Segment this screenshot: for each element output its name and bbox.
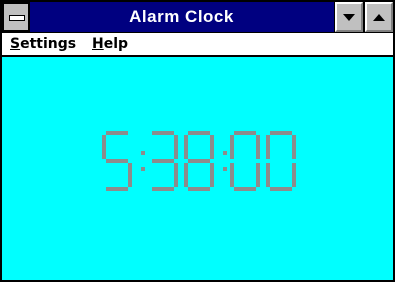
digit-segment-e (184, 163, 188, 187)
digit-segment-b (256, 135, 260, 159)
clock-digit (102, 131, 132, 191)
digit-segment-d (270, 187, 292, 191)
digit-segment-g (188, 159, 210, 163)
digit-segment-f (102, 135, 106, 159)
digit-segment-d (188, 187, 210, 191)
clock-time-display: 5:38:00 (100, 131, 310, 193)
digit-segment-a (188, 131, 210, 135)
clock-display-area: 5:38:00 (2, 57, 393, 280)
maximize-triangle-icon (373, 14, 385, 21)
digit-segment-b (210, 135, 214, 159)
digit-segment-d (152, 187, 174, 191)
menu-settings-mnemonic: S (10, 36, 21, 52)
digit-segment-c (292, 163, 296, 187)
colon-dot (223, 167, 227, 171)
digit-segment-c (256, 163, 260, 187)
digit-segment-g (152, 159, 174, 163)
digit-segment-d (106, 187, 128, 191)
digit-segment-c (210, 163, 214, 187)
digit-segment-f (266, 135, 270, 159)
menu-bar: Settings Help (2, 33, 393, 57)
digit-segment-a (270, 131, 292, 135)
clock-digit (266, 131, 296, 191)
digit-segment-b (174, 135, 178, 159)
digit-segment-f (230, 135, 234, 159)
minimize-button[interactable] (334, 1, 364, 33)
menu-help-mnemonic: H (92, 36, 104, 52)
maximize-button[interactable] (364, 1, 394, 33)
clock-colon (141, 151, 145, 171)
window-title: Alarm Clock (129, 7, 234, 26)
screen-background-right (395, 0, 399, 284)
digit-segment-e (266, 163, 270, 187)
menu-help-label: elp (103, 36, 129, 52)
clock-digit (152, 131, 178, 191)
system-menu-icon (9, 15, 25, 21)
digit-segment-e (230, 163, 234, 187)
digit-segment-b (292, 135, 296, 159)
digit-segment-c (174, 163, 178, 187)
digit-segment-a (234, 131, 256, 135)
clock-digit (184, 131, 214, 191)
menu-help[interactable]: Help (92, 34, 128, 54)
title-bar[interactable]: Alarm Clock (2, 1, 394, 33)
digit-segment-d (234, 187, 256, 191)
clock-colon (223, 151, 227, 171)
clock-digit (230, 131, 260, 191)
alarm-clock-window: Alarm Clock Settings Help 5:38:00 (0, 0, 395, 282)
menu-settings[interactable]: Settings (10, 34, 76, 54)
seven-segment-time: 5:38:00 (102, 131, 296, 191)
system-menu-button[interactable] (2, 2, 30, 32)
minimize-triangle-icon (343, 14, 355, 21)
digit-segment-g (106, 159, 128, 163)
digit-segment-a (106, 131, 128, 135)
digit-segment-f (184, 135, 188, 159)
colon-dot (141, 151, 145, 155)
colon-dot (141, 167, 145, 171)
digit-segment-a (152, 131, 174, 135)
colon-dot (223, 151, 227, 155)
menu-settings-label: ettings (20, 36, 77, 52)
digit-segment-c (128, 163, 132, 187)
